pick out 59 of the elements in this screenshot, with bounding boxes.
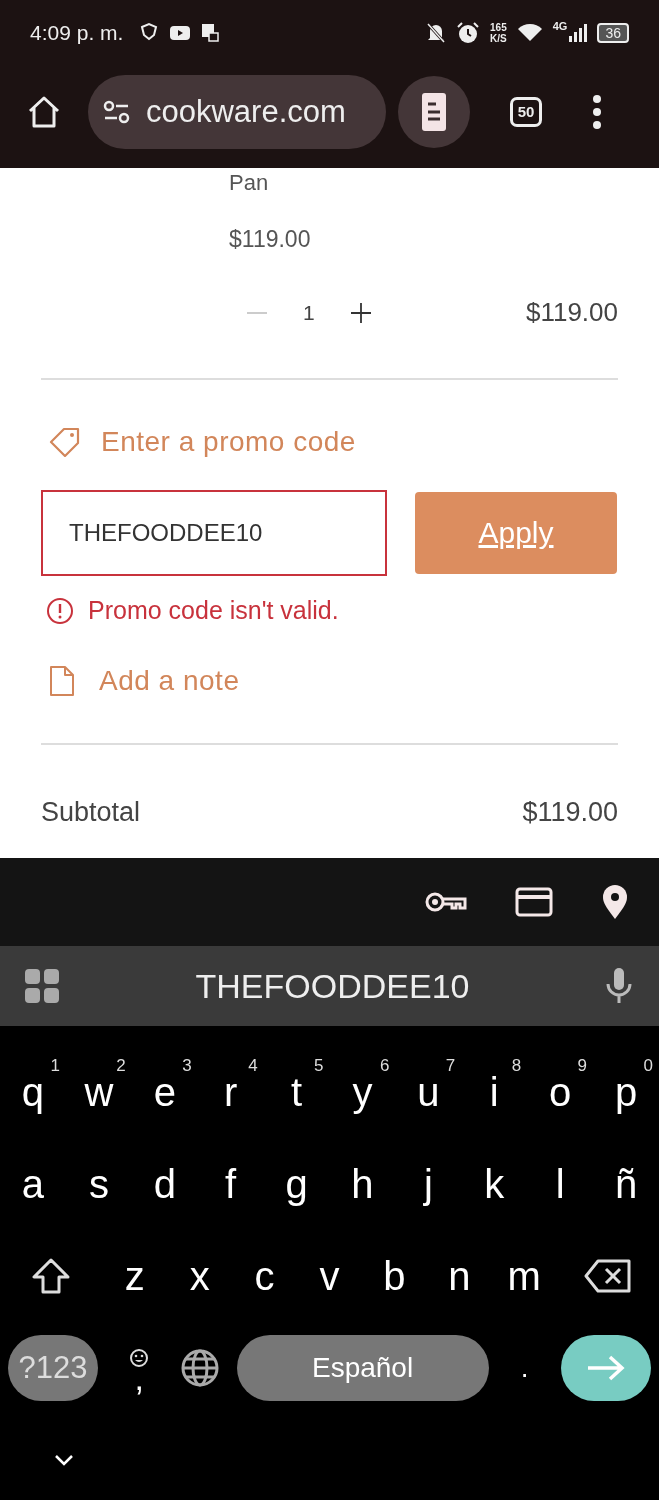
- globe-icon[interactable]: [180, 1348, 221, 1388]
- increase-button[interactable]: [348, 300, 373, 325]
- apps-grid-icon[interactable]: [24, 968, 60, 1004]
- key-icon[interactable]: [425, 890, 467, 914]
- speed-unit: K/S: [490, 32, 507, 44]
- space-bar[interactable]: Español: [236, 1335, 489, 1401]
- tag-icon: [49, 427, 81, 457]
- video-play-icon: [169, 24, 192, 41]
- hide-keyboard-icon[interactable]: [54, 1454, 74, 1466]
- keyboard-key[interactable]: l: [527, 1144, 594, 1224]
- error-message: Promo code isn't valid.: [88, 596, 339, 625]
- network-type: 4G: [552, 20, 568, 32]
- keyboard-key[interactable]: k: [461, 1144, 528, 1224]
- status-time: 4:09 p. m.: [30, 20, 124, 45]
- keyboard-key[interactable]: z: [102, 1236, 168, 1316]
- address-bar[interactable]: cookware.com: [88, 74, 386, 149]
- line-total: $119.00: [525, 297, 618, 328]
- battery-indicator: 36: [597, 22, 629, 43]
- keyboard-key[interactable]: g: [263, 1144, 330, 1224]
- keyboard-key[interactable]: b: [361, 1236, 427, 1316]
- keyboard-key[interactable]: x: [167, 1236, 233, 1316]
- keyboard-key[interactable]: ñ: [593, 1144, 659, 1224]
- wifi-icon: [516, 22, 543, 43]
- tab-switcher-button[interactable]: 50: [510, 96, 542, 127]
- promo-code-field[interactable]: THEFOODDEE10: [41, 490, 387, 576]
- microphone-icon[interactable]: [605, 967, 633, 1005]
- quantity-value: 1: [303, 300, 315, 325]
- emoji-icon[interactable]: [129, 1348, 150, 1368]
- period-key[interactable]: .: [504, 1328, 545, 1408]
- stack-icon: [201, 22, 220, 43]
- document-icon: [49, 665, 75, 697]
- keyboard-key[interactable]: m: [491, 1236, 557, 1316]
- alarm-icon: [456, 20, 481, 45]
- home-icon[interactable]: [26, 94, 62, 129]
- product-price: $119.00: [229, 226, 312, 253]
- comma-key[interactable]: ,: [114, 1328, 165, 1408]
- subtotal-label: Subtotal: [41, 797, 141, 828]
- product-name: Pan: [229, 170, 270, 196]
- keyboard-key[interactable]: c: [232, 1236, 298, 1316]
- backspace-icon[interactable]: [583, 1258, 632, 1294]
- bell-off-icon: [426, 21, 447, 44]
- keyboard-key[interactable]: f: [197, 1144, 264, 1224]
- location-pin-icon[interactable]: [601, 884, 629, 920]
- error-icon: [46, 596, 74, 625]
- site-settings-icon[interactable]: [102, 99, 132, 124]
- subtotal-value: $119.00: [522, 797, 618, 828]
- keyboard-key[interactable]: n: [426, 1236, 492, 1316]
- document-icon[interactable]: [421, 91, 447, 132]
- keyboard-key[interactable]: d: [131, 1144, 198, 1224]
- card-icon[interactable]: [515, 887, 553, 917]
- keyboard-key[interactable]: h: [329, 1144, 396, 1224]
- keyboard-key[interactable]: v: [297, 1236, 362, 1316]
- more-menu-icon[interactable]: [592, 94, 602, 129]
- shift-icon[interactable]: [31, 1257, 72, 1295]
- keyboard-key[interactable]: s: [65, 1144, 132, 1224]
- speed-value: 165: [490, 21, 507, 33]
- keyboard-key[interactable]: a: [0, 1144, 66, 1224]
- signal-icon: [569, 22, 588, 43]
- keyboard-key[interactable]: j: [395, 1144, 462, 1224]
